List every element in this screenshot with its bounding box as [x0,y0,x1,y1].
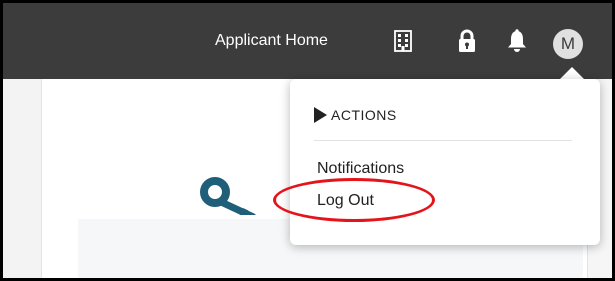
applicant-home-link[interactable]: Applicant Home [215,29,328,53]
actions-section-header[interactable]: ACTIONS [314,105,397,125]
play-triangle-icon [314,107,327,123]
actions-section-label: ACTIONS [331,107,397,123]
key-icon [200,177,256,215]
dropdown-caret [560,67,584,79]
menu-item-log-out[interactable]: Log Out [317,191,374,211]
menu-divider [314,140,572,141]
bell-icon[interactable] [505,29,529,53]
building-icon[interactable] [391,29,415,53]
menu-item-notifications[interactable]: Notifications [317,159,404,179]
left-sidebar [3,79,42,278]
lock-icon[interactable] [455,29,479,53]
screenshot-frame: Applicant Home M ACTIONS Notifications L… [0,0,615,281]
avatar[interactable]: M [553,29,583,59]
user-dropdown-menu: ACTIONS Notifications Log Out [290,79,600,245]
top-bar: Applicant Home M [3,3,612,79]
